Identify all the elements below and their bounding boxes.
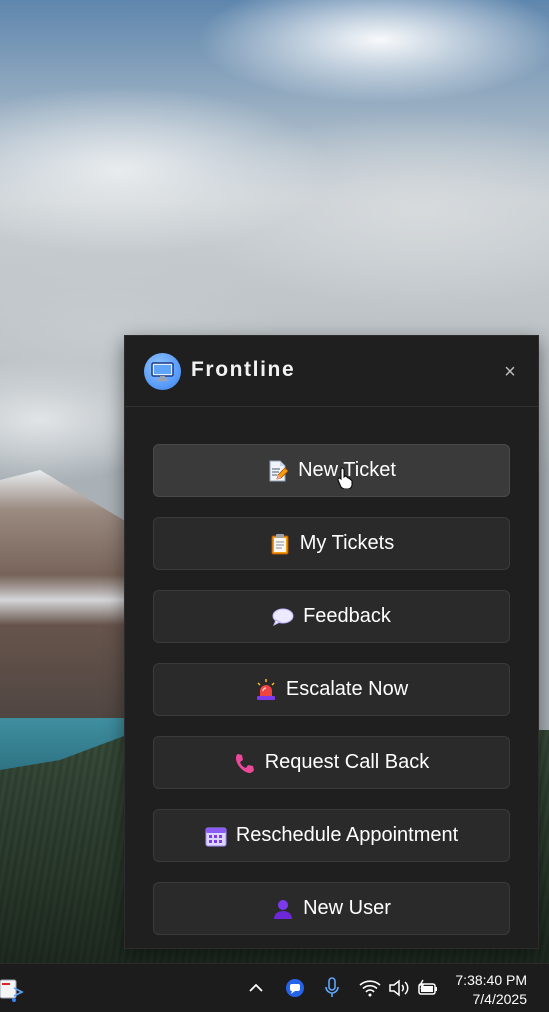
volume-icon[interactable] xyxy=(388,979,410,1002)
feedback-label: Feedback xyxy=(303,605,391,627)
reschedule-appointment-label: Reschedule Appointment xyxy=(235,824,459,846)
phone-icon xyxy=(234,752,256,774)
mouse-pointer-icon xyxy=(337,467,353,495)
clock-time: 7:38:40 PM xyxy=(455,972,527,988)
battery-charging-icon[interactable] xyxy=(417,979,439,1002)
new-user-label: New User xyxy=(303,897,391,919)
monitor-icon xyxy=(144,353,181,390)
my-tickets-button[interactable]: My Tickets xyxy=(153,517,510,570)
wallpaper-fog xyxy=(0,575,140,625)
wifi-icon[interactable] xyxy=(359,979,381,1002)
new-ticket-button[interactable]: New Ticket xyxy=(153,444,510,497)
app-title: Frontline xyxy=(191,358,296,381)
escalate-now-label: Escalate Now xyxy=(285,678,409,700)
clock-date: 7/4/2025 xyxy=(472,991,528,1007)
taskbar: 7:38:40 PM 7/4/2025 xyxy=(0,963,549,1012)
new-user-button[interactable]: New User xyxy=(153,882,510,935)
close-icon: × xyxy=(504,361,516,383)
microphone-icon[interactable] xyxy=(324,977,340,1004)
user-icon xyxy=(272,898,294,920)
show-hidden-icons-chevron-icon[interactable] xyxy=(247,979,265,997)
siren-icon xyxy=(255,678,277,701)
request-call-back-label: Request Call Back xyxy=(264,751,430,773)
reschedule-appointment-button[interactable]: Reschedule Appointment xyxy=(153,809,510,862)
request-call-back-button[interactable]: Request Call Back xyxy=(153,736,510,789)
escalate-now-button[interactable]: Escalate Now xyxy=(153,663,510,716)
close-button[interactable]: × xyxy=(500,362,520,382)
memo-icon xyxy=(267,460,289,482)
chat-app-tray-icon[interactable] xyxy=(285,978,305,1003)
speech-bubble-icon xyxy=(272,606,294,628)
system-clock[interactable]: 7:38:40 PM 7/4/2025 xyxy=(455,971,527,1009)
clipboard-icon xyxy=(269,533,291,555)
taskbar-app-icon[interactable] xyxy=(0,974,26,1004)
calendar-icon xyxy=(205,825,227,847)
frontline-flyout-panel: Frontline × New Ticket My Tickets Feedba… xyxy=(124,335,539,949)
my-tickets-label: My Tickets xyxy=(299,532,395,554)
feedback-button[interactable]: Feedback xyxy=(153,590,510,643)
menu-list: New Ticket My Tickets Feedback Escalate … xyxy=(153,444,510,955)
panel-header: Frontline × xyxy=(125,336,538,407)
